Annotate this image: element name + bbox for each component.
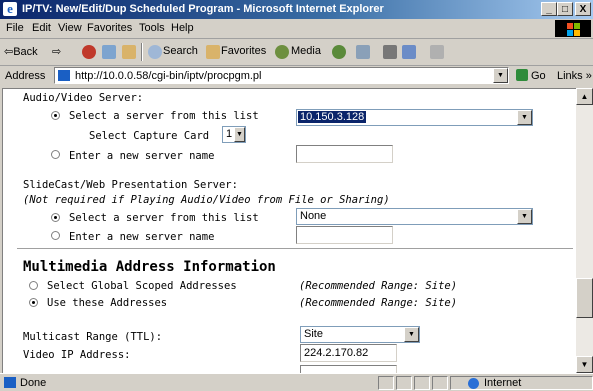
av-new-server-label: Enter a new server name — [69, 150, 215, 162]
address-bar: Address http://10.0.0.58/cgi-bin/iptv/pr… — [0, 66, 593, 86]
vertical-scrollbar[interactable]: ▲ ▼ — [576, 88, 593, 373]
zone-text: Internet — [484, 377, 522, 389]
multicast-range-label: Multicast Range (TTL): — [23, 331, 163, 343]
media-button[interactable]: Media — [291, 45, 321, 57]
use-these-radio[interactable] — [29, 298, 38, 307]
sc-select-server-radio[interactable] — [51, 213, 60, 222]
ie-logo-icon: e — [3, 2, 17, 16]
section-divider — [17, 248, 573, 250]
menu-tools[interactable]: Tools — [139, 22, 165, 34]
capture-card-label: Select Capture Card — [89, 130, 210, 142]
forward-button[interactable]: ⇨ — [52, 45, 61, 58]
page-done-icon — [4, 377, 16, 388]
refresh-icon[interactable] — [102, 45, 116, 59]
page-icon — [58, 70, 70, 81]
stop-icon[interactable] — [82, 45, 96, 59]
av-server-heading: Audio/Video Server: — [23, 92, 144, 104]
use-these-label: Use these Addresses — [47, 297, 168, 309]
print-icon[interactable] — [383, 45, 397, 59]
toolbar: ⇦Back ⇨ Search Favorites Media — [0, 39, 593, 66]
window-title: IP/TV: New/Edit/Dup Scheduled Program - … — [22, 3, 384, 15]
av-select-server-radio[interactable] — [51, 111, 60, 120]
favorites-icon[interactable] — [206, 45, 220, 59]
multimedia-heading: Multimedia Address Information — [23, 259, 276, 275]
chevron-down-icon: ▼ — [517, 110, 532, 125]
status-text: Done — [20, 377, 47, 389]
history-icon[interactable] — [332, 45, 346, 59]
sc-new-server-input[interactable] — [296, 226, 393, 244]
av-new-server-radio[interactable] — [51, 150, 60, 159]
global-scoped-radio[interactable] — [29, 281, 38, 290]
next-field-input[interactable] — [300, 365, 397, 373]
home-icon[interactable] — [122, 45, 136, 59]
links-button[interactable]: Links » — [557, 70, 592, 82]
chevron-down-icon: ▼ — [517, 209, 532, 224]
menu-help[interactable]: Help — [171, 22, 194, 34]
address-input[interactable]: http://10.0.0.58/cgi-bin/iptv/procpgm.pl… — [54, 67, 509, 84]
mail-icon[interactable] — [356, 45, 370, 59]
toolbar-separator — [141, 43, 143, 61]
title-bar: e IP/TV: New/Edit/Dup Scheduled Program … — [0, 0, 593, 19]
status-bar: Done Internet — [0, 373, 593, 391]
av-select-server-label: Select a server from this list — [69, 110, 259, 122]
address-label: Address — [5, 70, 46, 82]
chevron-down-icon: ▼ — [234, 127, 245, 142]
internet-globe-icon — [468, 378, 479, 389]
discuss-icon[interactable] — [430, 45, 444, 59]
favorites-button[interactable]: Favorites — [221, 45, 266, 57]
status-pane — [396, 376, 412, 390]
menu-favorites[interactable]: Favorites — [87, 22, 132, 34]
multicast-range-select[interactable]: Site ▼ — [300, 326, 420, 343]
status-pane — [432, 376, 448, 390]
capture-card-select[interactable]: 1 ▼ — [222, 126, 246, 143]
scroll-down-icon[interactable]: ▼ — [576, 356, 593, 373]
av-new-server-input[interactable] — [296, 145, 393, 163]
slidecast-note: (Not required if Playing Audio/Video fro… — [23, 194, 390, 206]
menu-edit[interactable]: Edit — [32, 22, 51, 34]
chevron-down-icon: ▼ — [404, 327, 419, 342]
av-server-select[interactable]: 10.150.3.128 ▼ — [296, 109, 533, 126]
sc-new-server-label: Enter a new server name — [69, 231, 215, 243]
sc-new-server-radio[interactable] — [51, 231, 60, 240]
menu-bar: File Edit View Favorites Tools Help — [0, 19, 593, 39]
address-url: http://10.0.0.58/cgi-bin/iptv/procpgm.pl — [75, 70, 262, 82]
sc-server-select[interactable]: None ▼ — [296, 208, 533, 225]
global-scoped-label: Select Global Scoped Addresses — [47, 280, 237, 292]
use-these-range: (Recommended Range: Site) — [299, 297, 458, 309]
search-button[interactable]: Search — [163, 45, 198, 57]
media-icon[interactable] — [275, 45, 289, 59]
address-dropdown-button[interactable]: ▼ — [493, 68, 508, 83]
video-ip-label: Video IP Address: — [23, 349, 131, 361]
global-scoped-range: (Recommended Range: Site) — [299, 280, 458, 292]
search-icon[interactable] — [148, 45, 162, 59]
go-button[interactable]: Go — [531, 70, 546, 82]
maximize-button[interactable]: □ — [557, 2, 573, 16]
close-button[interactable]: X — [575, 2, 591, 16]
sc-select-server-label: Select a server from this list — [69, 212, 259, 224]
video-ip-input[interactable]: 224.2.170.82 — [300, 344, 397, 362]
back-button[interactable]: ⇦Back — [4, 45, 38, 58]
edit-icon[interactable] — [402, 45, 416, 59]
menu-view[interactable]: View — [58, 22, 82, 34]
go-arrow-icon[interactable] — [516, 69, 528, 81]
windows-flag-icon — [555, 20, 591, 37]
status-pane — [414, 376, 430, 390]
scroll-thumb[interactable] — [576, 278, 593, 318]
page-content: Audio/Video Server: Select a server from… — [2, 88, 576, 373]
status-pane — [378, 376, 394, 390]
minimize-button[interactable]: _ — [541, 2, 557, 16]
scroll-up-icon[interactable]: ▲ — [576, 88, 593, 105]
slidecast-heading: SlideCast/Web Presentation Server: — [23, 179, 238, 191]
menu-file[interactable]: File — [6, 22, 24, 34]
